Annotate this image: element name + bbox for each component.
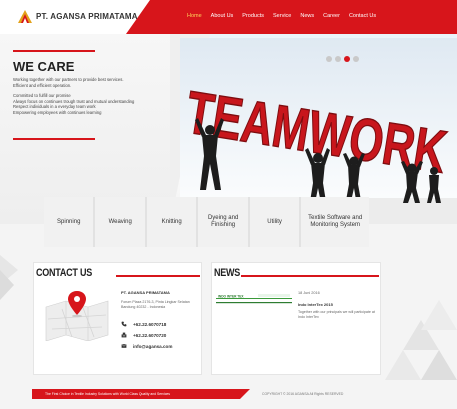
header: PT. AGANSA PRIMATAMA Home About Us Produ… [0, 0, 457, 34]
slider-dot-4[interactable] [353, 56, 359, 62]
footer: The First Choice in Textile Industry Sol… [32, 389, 392, 399]
contact-email: info@agansa.com [133, 343, 173, 349]
contact-panel: CONTACT US PT. AGANSA PRIMATAMA Forum Pl… [33, 262, 202, 375]
footer-tagline: The First Choice in Textile Industry Sol… [45, 392, 171, 396]
nav-home[interactable]: Home [187, 13, 202, 19]
hero-divider-top [13, 50, 95, 52]
news-banner-text: INDO INTER TEX [218, 295, 244, 299]
main-nav: Home About Us Products Service News Care… [187, 13, 385, 19]
hero-slider: WE CARE Working together with our partne… [0, 34, 457, 224]
slider-dot-3-active[interactable] [344, 56, 350, 62]
contact-heading: CONTACT US [36, 267, 93, 279]
nav-news[interactable]: News [300, 13, 314, 19]
fax-icon [121, 332, 127, 338]
contact-heading-rule [116, 275, 200, 277]
hero-paragraph-1: Working together with our partners to pr… [13, 77, 124, 88]
service-knitting[interactable]: Knitting [146, 197, 199, 247]
nav-service[interactable]: Service [273, 13, 291, 19]
service-dyeing-finishing[interactable]: Dyeing and Finishing [198, 197, 250, 247]
service-weaving[interactable]: Weaving [95, 197, 147, 247]
service-spinning[interactable]: Spinning [44, 197, 96, 247]
contact-phone-row[interactable]: +62.22.6070718 [121, 321, 166, 327]
map-illustration[interactable] [42, 289, 112, 341]
nav-about-us[interactable]: About Us [211, 13, 234, 19]
footer-copyright: COPYRIGHT © 2016 AGANSA All Rights RESER… [262, 392, 344, 396]
news-excerpt: Together with our principals we will par… [298, 310, 375, 319]
slider-dot-2[interactable] [335, 56, 341, 62]
contact-fax-row[interactable]: +62.22.6070720 [121, 332, 166, 338]
news-heading: NEWS [214, 267, 241, 279]
news-heading-rule [241, 275, 379, 277]
hero-paragraph-2: Committed to fulfill our promise Always … [13, 93, 135, 115]
contact-fax: +62.22.6070720 [133, 332, 167, 338]
news-panel: NEWS INDO INTER TEX 18 Juni 2016 Indo In… [211, 262, 381, 375]
services-bar: Spinning Weaving Knitting Dyeing and Fin… [44, 197, 369, 247]
slider-pagination [326, 56, 362, 62]
hero-description: Working together with our partners to pr… [13, 77, 143, 121]
news-thumbnail[interactable]: INDO INTER TEX [216, 293, 292, 307]
hero-title: WE CARE [13, 59, 75, 74]
news-title[interactable]: Indo InterTex 2015 [298, 302, 333, 307]
contact-phone: +62.22.6070718 [133, 321, 167, 327]
phone-icon [121, 321, 127, 327]
hero-divider-bottom [13, 138, 95, 140]
page: PT. AGANSA PRIMATAMA Home About Us Produ… [0, 0, 457, 409]
nav-career[interactable]: Career [323, 13, 340, 19]
contact-email-row[interactable]: info@agansa.com [121, 343, 172, 349]
news-date: 18 Juni 2016 [298, 291, 320, 295]
brand-name: PT. AGANSA PRIMATAMA [36, 12, 138, 21]
nav-products[interactable]: Products [242, 13, 264, 19]
email-icon [121, 344, 127, 348]
contact-address: Forum Plaza 2176-3, Pinta Lingkar Selata… [121, 300, 190, 309]
service-textile-software[interactable]: Textile Software and Monitoring System [301, 197, 369, 247]
logo[interactable]: PT. AGANSA PRIMATAMA [18, 10, 138, 23]
decor-triangles-right [385, 300, 457, 380]
service-utility[interactable]: Utility [249, 197, 302, 247]
nav-contact-us[interactable]: Contact Us [349, 13, 376, 19]
contact-company: PT. AGANSA PRIMATAMA [121, 290, 170, 295]
slider-dot-1[interactable] [326, 56, 332, 62]
logo-triangle-icon [18, 10, 32, 23]
